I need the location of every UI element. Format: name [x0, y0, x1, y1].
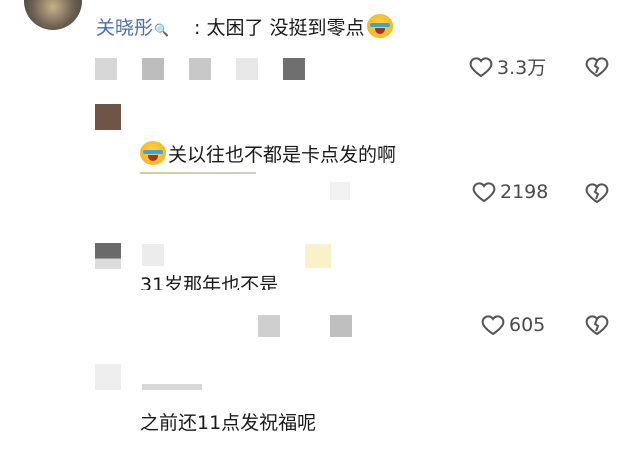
like-count: 3.3万 [497, 57, 547, 79]
reply-body: 关以往也不都是卡点发的啊 [168, 144, 397, 166]
redaction-block [258, 315, 280, 337]
redaction-block [142, 384, 202, 390]
crying-laugh-emoji-icon [366, 14, 393, 38]
redaction-block [305, 244, 331, 268]
reply-text: 关以往也不都是卡点发的啊 [140, 140, 396, 167]
redaction-block [189, 58, 211, 80]
reply-text: 31岁那年也不是 [140, 274, 279, 290]
crying-laugh-emoji-icon [140, 141, 166, 165]
redaction-block [236, 58, 258, 80]
comment-body: 太困了 没挺到零点 [206, 17, 365, 39]
user-avatar[interactable] [24, 0, 82, 30]
like-count: 605 [509, 314, 546, 336]
search-icon: 🔍 [154, 23, 169, 37]
redaction-block [283, 58, 305, 80]
reply-avatar[interactable] [95, 104, 121, 130]
broken-heart-icon[interactable] [584, 181, 610, 205]
comment-prefix: : [194, 17, 207, 39]
heart-icon [469, 56, 493, 77]
reply-text: 之前还11点发祝福呢 [140, 412, 317, 434]
redaction-block [330, 182, 350, 200]
redaction-block [95, 58, 117, 80]
comment-text: : 太困了 没挺到零点 [194, 13, 393, 40]
divider [140, 172, 256, 174]
broken-heart-icon[interactable] [584, 313, 610, 337]
heart-icon [472, 182, 496, 203]
like-count: 2198 [500, 181, 549, 203]
redaction-block [142, 58, 164, 80]
username[interactable]: 关晓彤🔍 [96, 13, 169, 40]
like-button[interactable]: 605 [481, 313, 545, 337]
like-button[interactable]: 3.3万 [469, 53, 546, 80]
reply-avatar[interactable] [95, 243, 121, 269]
redaction-block [142, 244, 164, 266]
redaction-block [330, 315, 352, 337]
reply-avatar[interactable] [95, 364, 121, 390]
like-button[interactable]: 2198 [472, 180, 548, 204]
broken-heart-icon[interactable] [584, 55, 610, 79]
heart-icon [481, 315, 505, 336]
username-text[interactable]: 关晓彤 [96, 17, 153, 39]
